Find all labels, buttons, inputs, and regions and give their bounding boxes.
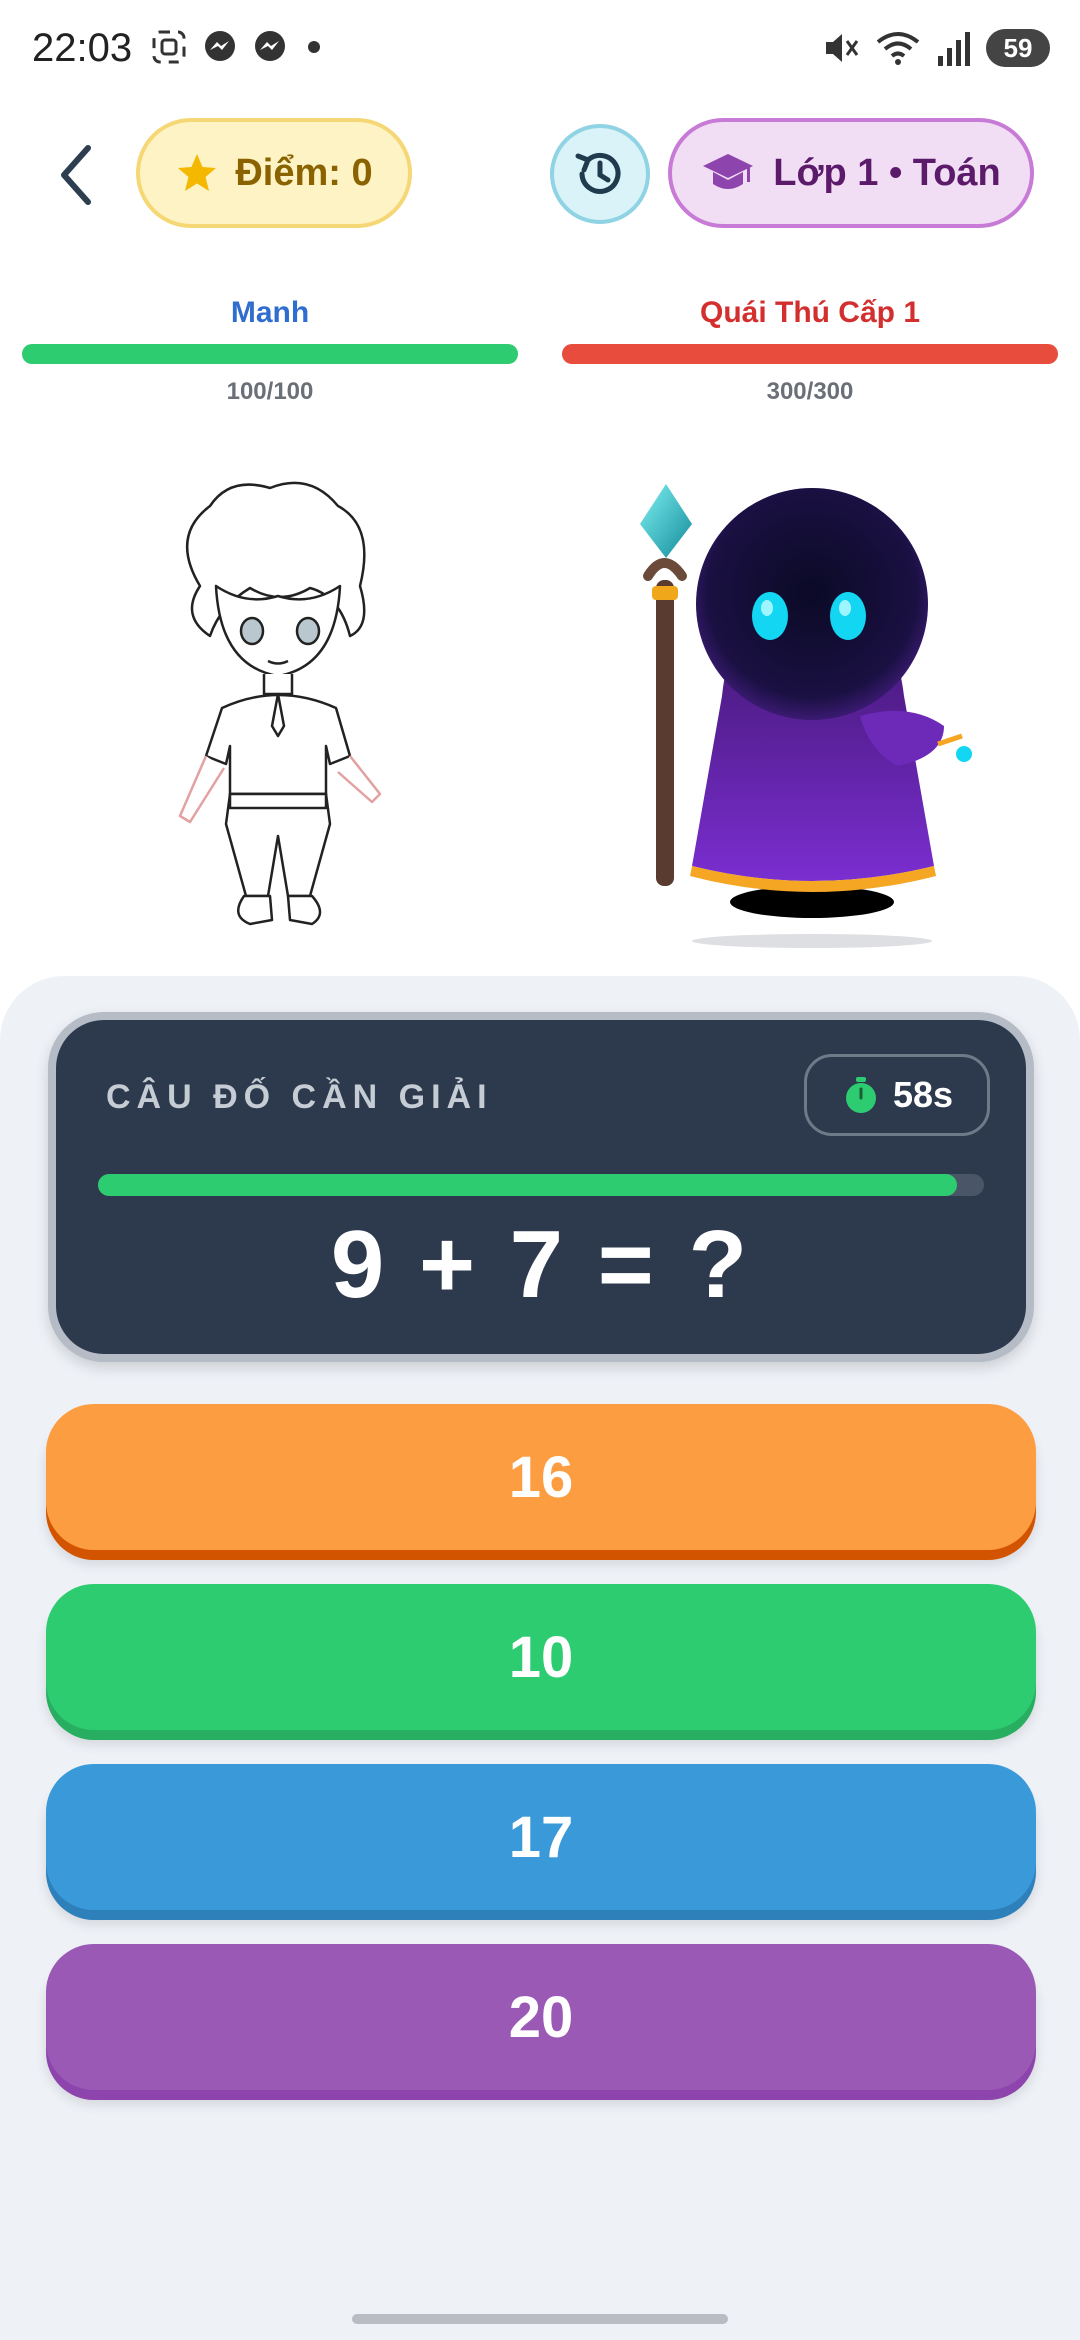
stopwatch-icon — [845, 1077, 876, 1113]
answer-button-1[interactable]: 16 — [46, 1404, 1036, 1550]
history-button[interactable] — [550, 124, 650, 224]
screenshot-icon — [152, 30, 186, 64]
player-hp-block: Manh 100/100 — [22, 296, 518, 406]
history-icon — [575, 152, 621, 194]
dot-icon — [308, 41, 320, 53]
time-progress-fill — [98, 1174, 958, 1196]
status-time: 22:03 — [32, 26, 133, 70]
wifi-icon — [876, 32, 920, 65]
back-button[interactable] — [50, 140, 110, 210]
enemy-hp-block: Quái Thú Cấp 1 300/300 — [562, 296, 1058, 406]
mute-icon — [826, 34, 859, 62]
class-subject-button[interactable]: Lớp 1 • Toán — [668, 118, 1034, 228]
class-label: Lớp 1 • Toán — [773, 151, 1001, 194]
status-icons-left — [150, 28, 326, 66]
chevron-left-icon — [61, 145, 91, 205]
time-progress-bar — [98, 1174, 984, 1196]
status-icons-right: 59 — [820, 28, 1050, 68]
player-character — [178, 481, 382, 926]
score-badge: Điểm: 0 — [136, 118, 412, 228]
timer-badge: 58s — [804, 1054, 990, 1136]
star-icon — [178, 154, 217, 191]
answer-button-3[interactable]: 17 — [46, 1764, 1036, 1910]
status-bar: 22:03 59 — [0, 0, 1080, 100]
player-hp-value: 100/100 — [226, 378, 314, 405]
enemy-monster — [640, 484, 972, 948]
question-title: CÂU ĐỐ CẦN GIẢI — [106, 1078, 493, 1116]
score-label: Điểm: 0 — [235, 151, 373, 194]
messenger-icon — [255, 31, 285, 61]
answer-button-2[interactable]: 10 — [46, 1584, 1036, 1730]
home-indicator[interactable] — [352, 2314, 728, 2324]
player-name: Manh — [230, 296, 310, 329]
player-hp-bar — [22, 344, 518, 364]
messenger-icon — [205, 31, 235, 61]
player-hp-fill — [22, 344, 518, 364]
signal-icon — [938, 32, 970, 66]
enemy-hp-value: 300/300 — [766, 378, 854, 405]
timer-value: 58s — [892, 1074, 954, 1115]
enemy-hp-bar — [562, 344, 1058, 364]
battery-icon: 59 — [986, 29, 1050, 67]
answer-button-4[interactable]: 20 — [46, 1944, 1036, 2090]
graduation-cap-icon — [703, 154, 754, 189]
enemy-name: Quái Thú Cấp 1 — [699, 296, 921, 329]
enemy-hp-fill — [562, 344, 1058, 364]
question-card: CÂU ĐỐ CẦN GIẢI 58s 9 + 7 = ? — [48, 1012, 1034, 1362]
question-text: 9 + 7 = ? — [330, 1211, 752, 1318]
